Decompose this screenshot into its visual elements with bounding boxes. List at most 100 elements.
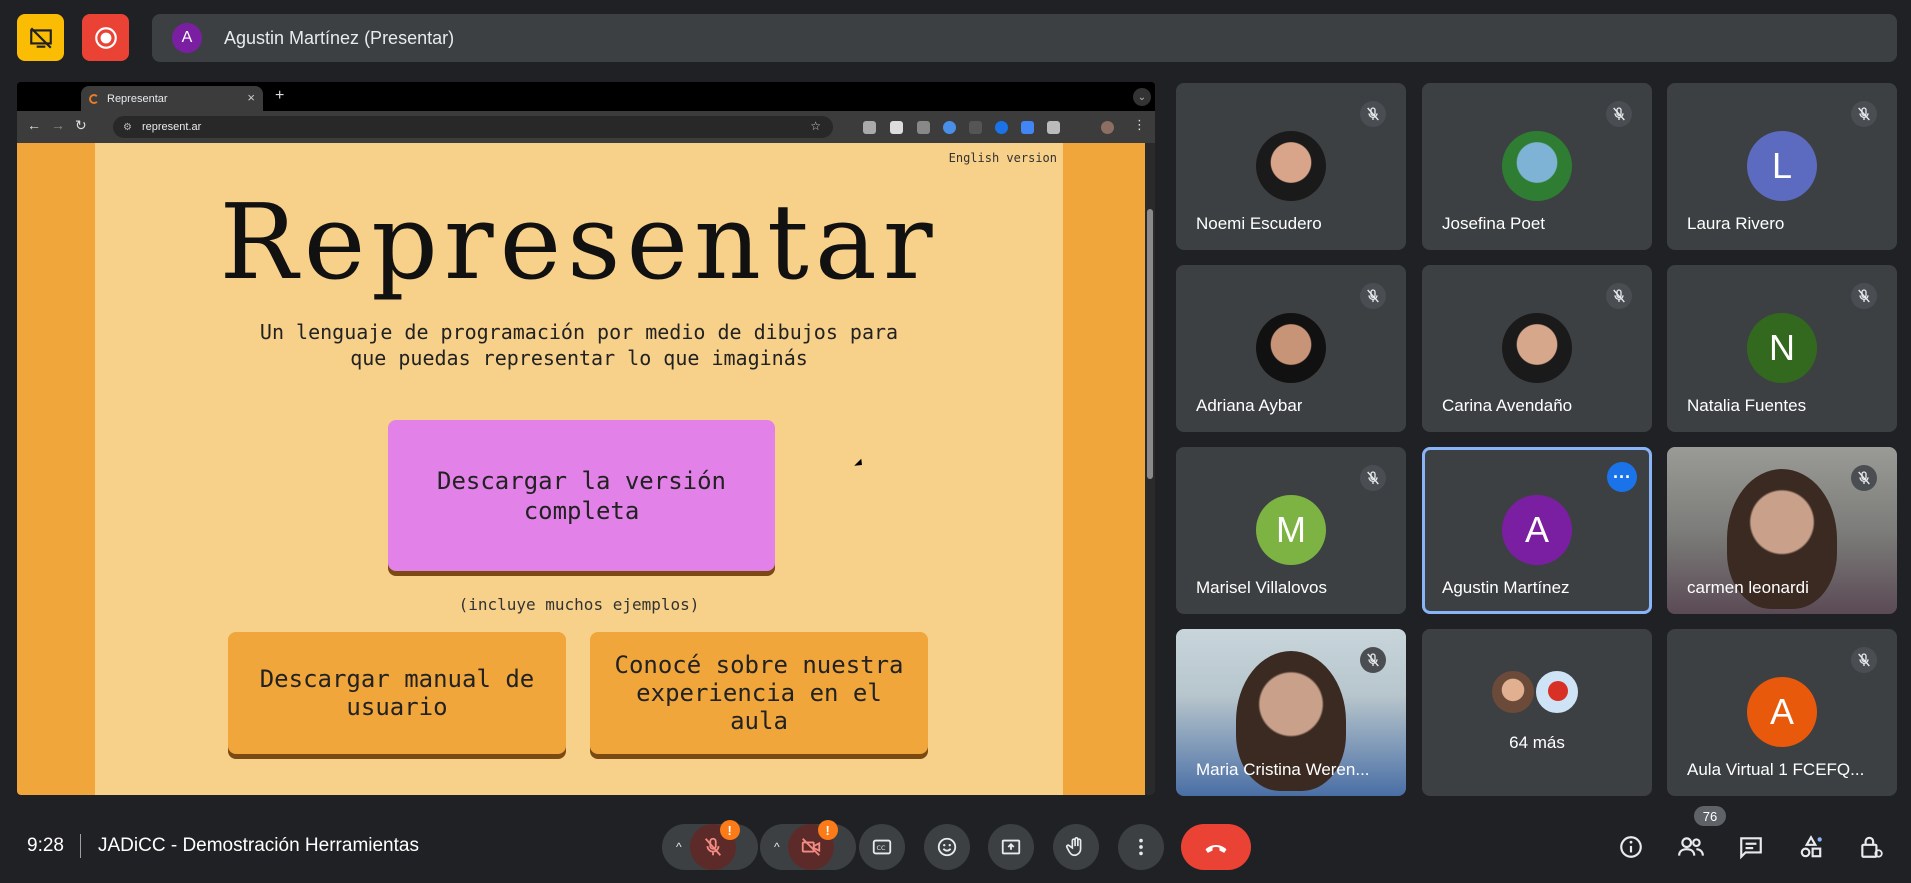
download-full-button[interactable]: Descargar la versión completa (388, 420, 775, 571)
close-tab-icon[interactable]: × (247, 90, 255, 105)
extension-shield-icon[interactable] (995, 121, 1008, 134)
mic-off-button[interactable]: ! (689, 820, 740, 870)
camera-off-button[interactable]: ! (787, 820, 838, 870)
extension-window-icon[interactable] (969, 121, 982, 134)
participant-tile[interactable]: Carina Avendaño (1422, 265, 1652, 432)
extension-doc-icon[interactable] (890, 121, 903, 134)
mic-muted-icon (1851, 647, 1877, 673)
chat-icon[interactable] (1737, 833, 1765, 861)
webpage: English version Representar Un lenguaje … (17, 143, 1145, 795)
subtitle-line-1: Un lenguaje de programación por medio de… (259, 320, 899, 344)
svg-text:CC: CC (877, 844, 886, 852)
presenter-avatar: A (172, 23, 202, 53)
mic-warning-badge: ! (719, 820, 740, 840)
participant-avatar: M (1256, 495, 1326, 565)
tab-title: Representar (107, 92, 168, 105)
forward-icon[interactable]: → (51, 117, 65, 133)
presenter-bar: A Agustin Martínez (Presentar) (152, 14, 1897, 62)
camera-options-icon[interactable]: ^ (774, 840, 780, 854)
browser-toolbar: ← → ↻ ⚙ represent.ar ☆ ⋮ (17, 111, 1155, 143)
participant-tile[interactable]: A Aula Virtual 1 FCEFQ... (1667, 629, 1897, 796)
tab-search-icon[interactable]: ⌄ (1133, 88, 1151, 106)
browser-tab[interactable]: Representar × (81, 86, 263, 111)
page-scrollbar[interactable] (1145, 143, 1155, 795)
participant-tile[interactable]: carmen leonardi (1667, 447, 1897, 614)
participant-avatar: A (1747, 677, 1817, 747)
participant-name: Laura Rivero (1687, 214, 1785, 233)
participant-name: Josefina Poet (1442, 214, 1546, 233)
site-logo: Representar (219, 181, 939, 303)
host-controls-icon[interactable] (1857, 833, 1885, 861)
camera-warning-badge: ! (817, 820, 838, 840)
mic-options-icon[interactable]: ^ (676, 840, 682, 854)
present-screen-icon (1001, 839, 1021, 855)
mic-muted-icon (1360, 647, 1386, 673)
back-icon[interactable]: ← (27, 117, 41, 133)
participant-tile[interactable]: M Marisel Villalovos (1176, 447, 1406, 614)
meeting-details-icon[interactable] (1617, 833, 1645, 861)
participant-avatar: L (1747, 131, 1817, 201)
meeting-name: JADiCC - Demostración Herramientas (98, 835, 419, 856)
participant-avatar: N (1747, 313, 1817, 383)
download-manual-button[interactable]: Descargar manual de usuario (228, 632, 566, 754)
participant-tile[interactable]: N Natalia Fuentes (1667, 265, 1897, 432)
participant-name: Agustin Martínez (1442, 578, 1570, 597)
participant-tile[interactable]: Adriana Aybar (1176, 265, 1406, 432)
scroll-thumb[interactable] (1147, 209, 1153, 479)
site-subtitle: Un lenguaje de programación por medio de… (95, 319, 1063, 371)
participant-name: Carina Avendaño (1442, 396, 1573, 415)
site-info-icon[interactable]: ⚙ (123, 122, 132, 133)
emoji-button[interactable] (924, 824, 970, 870)
leave-call-button[interactable] (1181, 824, 1251, 870)
english-version-link[interactable]: English version (949, 151, 1057, 165)
browser-menu-icon[interactable]: ⋮ (1133, 117, 1146, 133)
more-options-button[interactable] (1118, 824, 1164, 870)
captions-button[interactable]: CC (859, 824, 905, 870)
raise-hand-button[interactable] (1053, 824, 1099, 870)
download-note: (incluye muchos ejemplos) (458, 595, 700, 614)
participant-photo (1256, 313, 1326, 383)
participant-tile[interactable]: 64 más (1422, 629, 1652, 796)
new-tab-icon[interactable]: + (275, 87, 284, 105)
mic-muted-icon (1606, 101, 1632, 127)
favicon-icon (89, 93, 99, 104)
participant-tile[interactable]: Josefina Poet (1422, 83, 1652, 250)
hangup-icon (1205, 844, 1227, 853)
tile-options-icon[interactable]: ··· (1607, 462, 1637, 492)
participant-photo (1256, 131, 1326, 201)
more-avatar (1490, 669, 1536, 715)
mic-muted-icon (1360, 465, 1386, 491)
bookmark-star-icon[interactable]: ☆ (810, 119, 821, 133)
presentation-off-icon[interactable] (17, 14, 64, 61)
participant-tile[interactable]: A ··· Agustin Martínez (1422, 447, 1652, 614)
present-button[interactable] (988, 824, 1034, 870)
address-bar[interactable]: ⚙ represent.ar ☆ (113, 116, 833, 138)
mic-muted-icon (1851, 465, 1877, 491)
raise-hand-icon (1066, 837, 1082, 857)
camera-control[interactable]: ^ ! (760, 820, 856, 870)
mic-muted-icon (1606, 283, 1632, 309)
activities-icon[interactable] (1797, 833, 1825, 861)
recording-icon[interactable] (82, 14, 129, 61)
participant-name: carmen leonardi (1687, 578, 1809, 597)
extension-docs-icon[interactable] (1021, 121, 1034, 134)
extensions-puzzle-icon[interactable] (1047, 121, 1060, 134)
participant-name: Aula Virtual 1 FCEFQ... (1687, 760, 1865, 779)
profile-avatar-icon[interactable] (1101, 121, 1114, 134)
url-text: represent.ar (141, 121, 202, 133)
participant-name: Noemi Escudero (1196, 214, 1322, 233)
mouse-cursor-icon (854, 458, 865, 470)
extension-globe-icon[interactable] (943, 121, 956, 134)
participant-tile[interactable]: Noemi Escudero (1176, 83, 1406, 250)
people-count-badge: 76 (1694, 806, 1726, 826)
mic-control[interactable]: ^ ! (662, 820, 758, 870)
participant-tile[interactable]: L Laura Rivero (1667, 83, 1897, 250)
participant-tile[interactable]: Maria Cristina Weren... (1176, 629, 1406, 796)
people-icon[interactable] (1677, 833, 1705, 861)
meeting-clock: 9:28 (27, 835, 64, 856)
experience-button[interactable]: Conocé sobre nuestra experiencia en el a… (590, 632, 928, 754)
mic-muted-icon (1360, 283, 1386, 309)
reload-icon[interactable]: ↻ (75, 117, 87, 134)
extension-grid-icon[interactable] (917, 121, 930, 134)
extension-camera-icon[interactable] (863, 121, 876, 134)
